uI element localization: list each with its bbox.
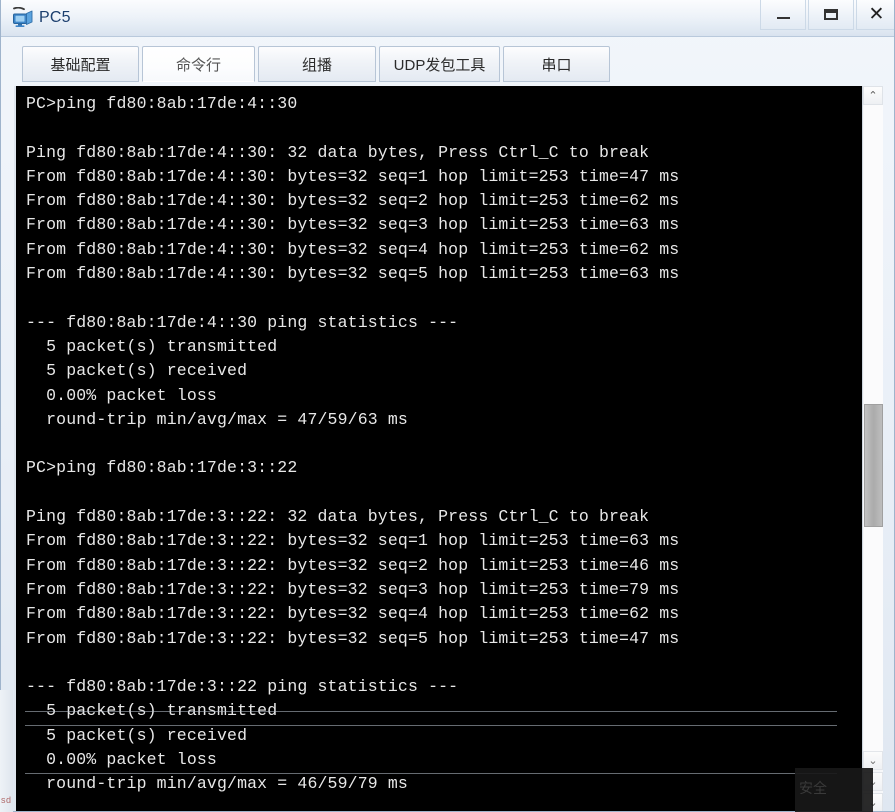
terminal-line: From fd80:8ab:17de:4::30: bytes=32 seq=2… xyxy=(26,191,680,211)
tab-label: 命令行 xyxy=(175,56,221,74)
tab-label: 基础配置 xyxy=(50,56,111,74)
chevron-down-icon: ⌄ xyxy=(868,776,878,788)
maximize-button[interactable] xyxy=(808,0,854,30)
terminal-line: PC>ping fd80:8ab:17de:4::30 xyxy=(26,94,298,113)
terminal-scrollbar[interactable]: ⌃ ⌄ ⌄ ⌄ xyxy=(862,86,883,811)
terminal-line: From fd80:8ab:17de:4::30: bytes=32 seq=1… xyxy=(26,166,680,186)
scroll-up-button[interactable]: ⌃ xyxy=(863,86,883,105)
terminal-line: --- fd80:8ab:17de:3::22 ping statistics … xyxy=(26,677,459,697)
tab-label: UDP发包工具 xyxy=(393,56,486,74)
tab-serial-port[interactable]: 串口 xyxy=(503,46,610,82)
tab-label: 组播 xyxy=(301,56,332,74)
terminal-line: 0.00% packet loss xyxy=(26,750,217,770)
terminal-line: 5 packet(s) transmitted xyxy=(26,336,278,356)
terminal-line: round-trip min/avg/max = 46/59/79 ms xyxy=(26,774,408,794)
terminal-line: PC>ping fd80:8ab:17de:3::22 xyxy=(26,458,298,478)
scrollbar-track-upper[interactable] xyxy=(864,105,883,404)
minimize-icon xyxy=(776,17,790,19)
close-icon: ✕ xyxy=(868,4,885,25)
terminal-line: From fd80:8ab:17de:3::22: bytes=32 seq=1… xyxy=(26,531,680,551)
window-titlebar: PC5 ✕ xyxy=(1,0,894,37)
maximize-icon xyxy=(824,9,838,20)
scrollbar-thumb[interactable] xyxy=(864,404,883,527)
terminal-panel: PC>ping fd80:8ab:17de:4::30 Ping fd80:8a… xyxy=(14,86,883,811)
terminal-line: From fd80:8ab:17de:3::22: bytes=32 seq=5… xyxy=(26,628,680,648)
chevron-down-icon: ⌄ xyxy=(868,755,878,767)
tab-basic-config[interactable]: 基础配置 xyxy=(22,46,139,82)
terminal-line: 5 packet(s) received xyxy=(26,361,248,381)
terminal-line: From fd80:8ab:17de:3::22: bytes=32 seq=2… xyxy=(26,555,680,575)
chevron-up-icon: ⌃ xyxy=(868,90,878,102)
tab-udp-packet-tool[interactable]: UDP发包工具 xyxy=(379,46,500,82)
pc5-window: PC5 ✕ 基础配置 命令行 组播 UDP发包工具 串口 PC>ping fd8… xyxy=(0,0,895,812)
terminal-line: Ping fd80:8ab:17de:4::30: 32 data bytes,… xyxy=(26,142,650,162)
scroll-down-button-ghost[interactable]: ⌄ xyxy=(863,772,883,791)
terminal-line: --- fd80:8ab:17de:4::30 ping statistics … xyxy=(26,312,459,332)
terminal-line: 5 packet(s) received xyxy=(26,725,248,745)
window-title: PC5 xyxy=(39,9,71,26)
terminal-line: From fd80:8ab:17de:4::30: bytes=32 seq=3… xyxy=(26,215,680,235)
terminal-line: 0.00% packet loss xyxy=(26,385,217,405)
scrollbar-track-lower[interactable] xyxy=(864,527,883,752)
tab-bar: 基础配置 命令行 组播 UDP发包工具 串口 xyxy=(1,37,894,85)
tab-multicast[interactable]: 组播 xyxy=(258,46,376,82)
tab-label: 串口 xyxy=(541,56,572,74)
terminal-line: From fd80:8ab:17de:3::22: bytes=32 seq=3… xyxy=(26,579,680,599)
terminal-line: 5 packet(s) transmitted xyxy=(26,701,278,721)
terminal-output[interactable]: PC>ping fd80:8ab:17de:4::30 Ping fd80:8a… xyxy=(16,86,864,811)
minimize-button[interactable] xyxy=(760,0,806,30)
pc-computer-icon xyxy=(12,6,34,28)
terminal-line: From fd80:8ab:17de:4::30: bytes=32 seq=4… xyxy=(26,239,680,259)
terminal-line: From fd80:8ab:17de:3::22: bytes=32 seq=4… xyxy=(26,604,680,624)
tab-command-line[interactable]: 命令行 xyxy=(142,46,255,82)
terminal-line: From fd80:8ab:17de:4::30: bytes=32 seq=5… xyxy=(26,264,680,284)
scroll-down-button[interactable]: ⌄ xyxy=(863,793,883,811)
close-button[interactable]: ✕ xyxy=(856,0,894,30)
terminal-line: round-trip min/avg/max = 47/59/63 ms xyxy=(26,409,408,429)
terminal-line: Ping fd80:8ab:17de:3::22: 32 data bytes,… xyxy=(26,507,650,527)
chevron-down-icon: ⌄ xyxy=(868,797,878,809)
scroll-down-button-ghost[interactable]: ⌄ xyxy=(863,751,883,770)
